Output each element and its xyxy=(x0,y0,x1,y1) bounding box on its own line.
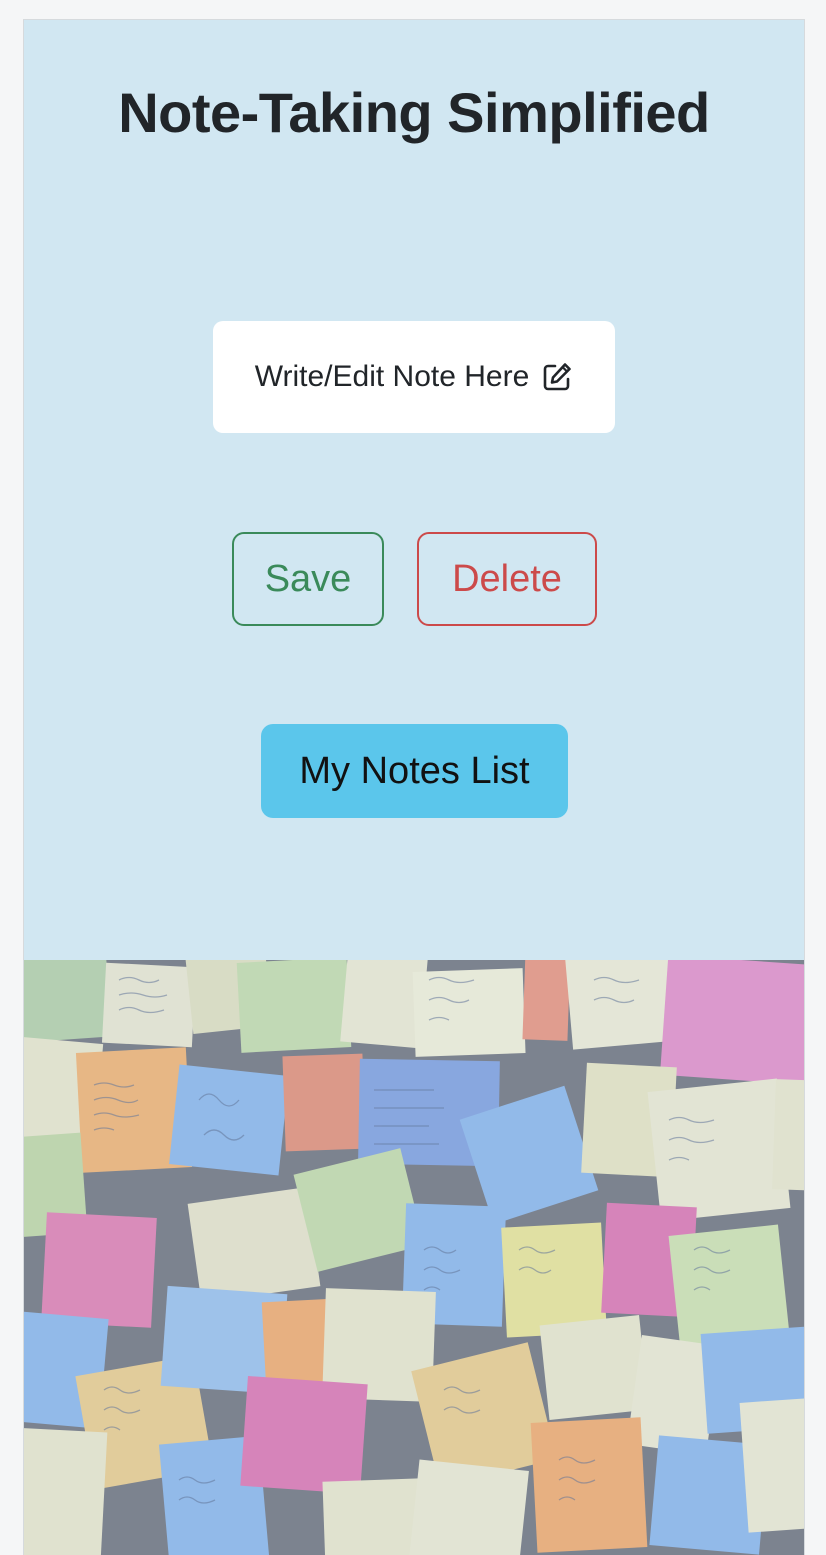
main-panel: Note-Taking Simplified Write/Edit Note H… xyxy=(24,20,804,960)
image-overlay xyxy=(24,960,804,1555)
app-container: Note-Taking Simplified Write/Edit Note H… xyxy=(23,19,805,1555)
note-editor-card[interactable]: Write/Edit Note Here xyxy=(213,321,615,433)
save-button[interactable]: Save xyxy=(232,532,384,626)
delete-button[interactable]: Delete xyxy=(417,532,597,626)
note-editor-label: Write/Edit Note Here xyxy=(254,360,530,393)
sticky-notes-wall-image xyxy=(24,960,804,1555)
pencil-square-icon xyxy=(541,361,573,393)
page-title: Note-Taking Simplified xyxy=(118,81,710,144)
my-notes-list-button[interactable]: My Notes List xyxy=(261,724,568,818)
